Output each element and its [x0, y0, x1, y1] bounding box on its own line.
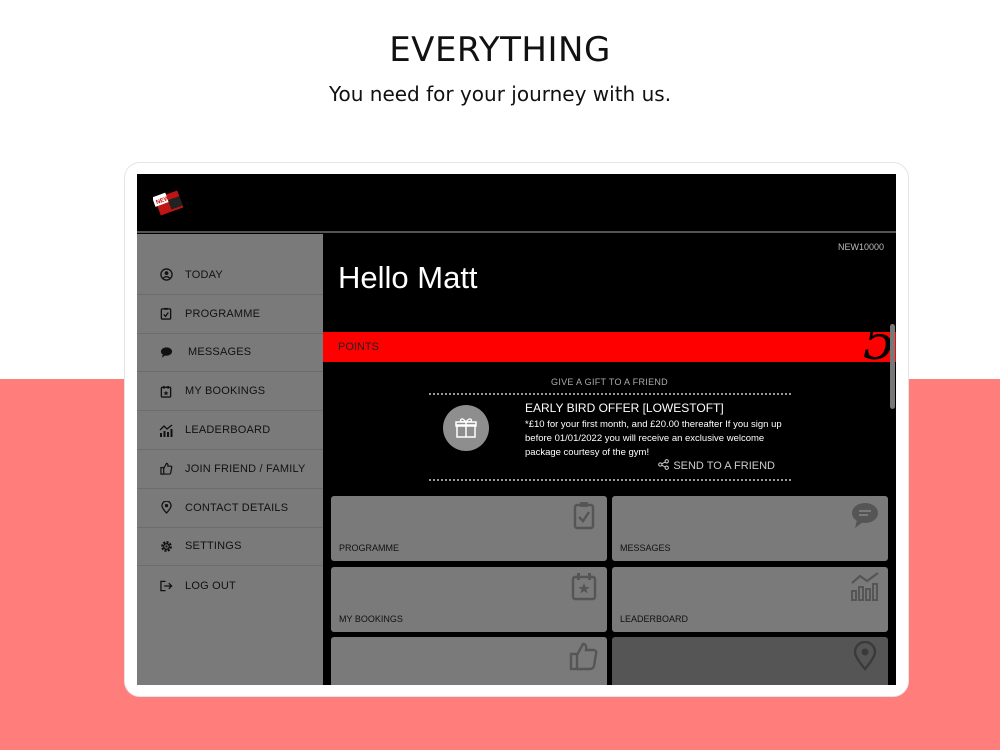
sidebar-item-label: PROGRAMME — [185, 307, 261, 320]
bar-chart-icon — [159, 423, 173, 437]
gift-icon — [443, 405, 489, 451]
tile-contact-details[interactable] — [612, 637, 888, 685]
thumbs-up-icon — [569, 642, 598, 671]
offer-title: EARLY BIRD OFFER [LOWESTOFT] — [525, 401, 724, 415]
clipboard-check-icon — [573, 502, 595, 530]
gear-icon — [159, 539, 173, 553]
sidebar-item-label: SETTINGS — [185, 540, 242, 553]
tile-messages[interactable]: MESSAGES — [612, 496, 888, 561]
sidebar-item-join-friend-family[interactable]: JOIN FRIEND / FAMILY — [137, 450, 323, 489]
sidebar-item-messages[interactable]: MESSAGES — [137, 334, 323, 373]
page-headline: EVERYTHING — [389, 30, 611, 70]
tile-label: LEADERBOARD — [620, 614, 689, 624]
points-bar: POINTS 5 — [323, 312, 896, 372]
tile-join-friend-family[interactable] — [331, 637, 607, 685]
sidebar-item-label: CONTACT DETAILS — [185, 501, 289, 514]
member-code: NEW10000 — [837, 242, 884, 252]
calendar-star-icon — [571, 573, 597, 601]
sidebar-item-today[interactable]: TODAY — [137, 256, 323, 295]
sidebar-item-label: JOIN FRIEND / FAMILY — [185, 462, 306, 475]
sidebar-item-label: MY BOOKINGS — [185, 385, 266, 398]
chat-bubble-icon — [852, 503, 878, 528]
sidebar-item-leaderboard[interactable]: LEADERBOARD — [137, 411, 323, 450]
tile-leaderboard[interactable]: LEADERBOARD — [612, 567, 888, 632]
gift-offer-card: EARLY BIRD OFFER [LOWESTOFT] *£10 for yo… — [429, 393, 791, 481]
sidebar-nav: TODAY PROGRAMME MESSAGES MY BOOKINGS LEA… — [137, 234, 323, 685]
person-circle-icon — [159, 268, 173, 282]
scrollbar-thumb[interactable] — [890, 324, 895, 409]
gift-section-title: GIVE A GIFT TO A FRIEND — [551, 377, 668, 387]
tile-label: MY BOOKINGS — [339, 614, 403, 624]
sidebar-item-contact-details[interactable]: CONTACT DETAILS — [137, 489, 323, 528]
logout-icon — [159, 579, 173, 593]
map-pin-icon — [853, 641, 877, 671]
bar-chart-icon — [851, 572, 879, 601]
sidebar-item-settings[interactable]: SETTINGS — [137, 528, 323, 567]
page-subheadline: You need for your journey with us. — [328, 82, 672, 106]
send-to-friend-button[interactable]: SEND TO A FRIEND — [658, 459, 775, 473]
thumbs-up-icon — [159, 462, 173, 476]
main-content: NEW10000 Hello Matt POINTS 5 GIVE A GIFT… — [323, 234, 896, 685]
sidebar-item-log-out[interactable]: LOG OUT — [137, 566, 323, 605]
tile-label: MESSAGES — [620, 543, 671, 553]
chat-bubble-icon — [159, 345, 173, 359]
app-screen: NEW TODAY PROGRAMME MESSAGES MY BOOKINGS… — [137, 174, 896, 685]
brand-logo-icon[interactable]: NEW — [153, 188, 185, 218]
share-icon — [658, 459, 670, 473]
tile-label: PROGRAMME — [339, 543, 400, 553]
tile-my-bookings[interactable]: MY BOOKINGS — [331, 567, 607, 632]
tile-programme[interactable]: PROGRAMME — [331, 496, 607, 561]
sidebar-item-my-bookings[interactable]: MY BOOKINGS — [137, 372, 323, 412]
sidebar-item-label: LOG OUT — [185, 579, 236, 592]
sidebar-item-programme[interactable]: PROGRAMME — [137, 295, 323, 334]
sidebar-item-label: LEADERBOARD — [185, 424, 271, 437]
calendar-star-icon — [159, 384, 173, 398]
app-topbar: NEW — [137, 174, 896, 233]
greeting-title: Hello Matt — [338, 260, 478, 295]
map-pin-icon — [159, 501, 173, 515]
clipboard-check-icon — [159, 307, 173, 321]
sidebar-item-label: MESSAGES — [188, 346, 252, 359]
offer-description: *£10 for your first month, and £20.00 th… — [525, 419, 782, 458]
points-label: POINTS — [338, 341, 379, 353]
send-to-friend-label: SEND TO A FRIEND — [673, 460, 775, 472]
sidebar-item-label: TODAY — [185, 268, 223, 281]
